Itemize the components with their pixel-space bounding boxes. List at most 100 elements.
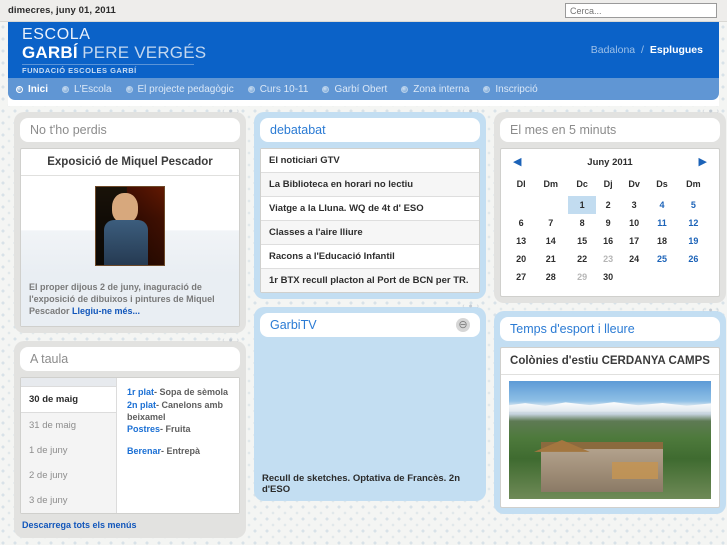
list-item[interactable]: Racons a l'Educació Infantil <box>261 245 479 269</box>
widget-handle-icon[interactable]: ‹ ● › <box>462 303 480 310</box>
widget-a-taula: ‹ ● › A taula 30 de maig 31 de maig 1 de… <box>14 337 246 539</box>
calendar-day <box>533 196 568 214</box>
calendar-day[interactable]: 24 <box>620 250 648 268</box>
calendar-dayname: Dj <box>603 179 613 189</box>
calendar-day[interactable]: 2 <box>596 196 620 214</box>
logo-garbi: GARBÍ <box>22 43 78 63</box>
calendar-day[interactable]: 21 <box>533 250 568 268</box>
calendar-day[interactable]: 6 <box>509 214 533 232</box>
menu-date-item[interactable]: 3 de juny <box>21 488 116 513</box>
city-link-badalona[interactable]: Badalona <box>591 44 635 56</box>
calendar-week-row: 1 2 3 4 5 <box>509 196 711 214</box>
nav-item-projecte-pedagogic[interactable]: El projecte pedagògic <box>125 83 234 95</box>
calendar-day[interactable]: 26 <box>676 250 711 268</box>
widget-title-no-tho-perdis: No t'ho perdis <box>20 118 240 142</box>
nav-label: L'Escola <box>74 83 112 95</box>
widget-temps-esport: ‹ ● › Temps d'esport i lleure Colònies d… <box>494 307 726 514</box>
calendar-day[interactable]: 15 <box>568 232 596 250</box>
widget-handle-icon[interactable]: ‹ ● › <box>222 108 240 115</box>
article-excerpt: El proper dijous 2 de juny, inaguració d… <box>21 274 239 327</box>
video-player-area[interactable] <box>260 337 480 469</box>
calendar-day[interactable]: 17 <box>620 232 648 250</box>
bullet-icon <box>16 85 23 93</box>
calendar-day[interactable]: 8 <box>568 214 596 232</box>
portrait-image <box>95 186 165 266</box>
collapse-icon[interactable]: ⊖ <box>456 318 470 332</box>
calendar-day[interactable]: 13 <box>509 232 533 250</box>
menu-date-item[interactable]: 30 de maig <box>21 387 116 414</box>
article-title[interactable]: Exposició de Miquel Pescador <box>21 149 239 176</box>
calendar-day <box>509 196 533 214</box>
widget-calendar: ‹ ● › El mes en 5 minuts ◀ Juny 2011 ▶ D… <box>494 108 726 303</box>
calendar-dayname: Dl <box>516 179 526 189</box>
widget-grid: ‹ ● › No t'ho perdis Exposició de Miquel… <box>8 106 726 545</box>
city-link-esplugues[interactable]: Esplugues <box>650 44 703 56</box>
widget-title-debatabat: debatabat <box>260 118 480 142</box>
calendar-day[interactable]: 25 <box>648 250 676 268</box>
article-title[interactable]: Colònies d'estiu CERDANYA CAMPS <box>501 348 719 375</box>
article-image-wrap <box>501 375 719 507</box>
nav-label: Inscripció <box>495 83 538 95</box>
menu-date-list: 30 de maig 31 de maig 1 de juny 2 de jun… <box>21 378 117 514</box>
calendar-day[interactable]: 4 <box>648 196 676 214</box>
widget-handle-icon[interactable]: ‹ ● › <box>702 108 720 115</box>
site-container: ESCOLA GARBÍ PERE VERGÉS FUNDACIÓ ESCOLE… <box>8 22 726 545</box>
calendar-day[interactable]: 5 <box>676 196 711 214</box>
calendar-day[interactable]: 12 <box>676 214 711 232</box>
bullet-icon <box>247 85 255 93</box>
nav-item-lescola[interactable]: L'Escola <box>62 84 112 95</box>
calendar-day[interactable]: 22 <box>568 250 596 268</box>
widget-handle-icon[interactable]: ‹ ● › <box>222 337 240 344</box>
search-input[interactable] <box>565 3 717 18</box>
widget-title-a-taula: A taula <box>20 347 240 372</box>
calendar-day-today[interactable]: 1 <box>568 196 597 214</box>
menu-snack-value: - Entrepà <box>161 445 201 456</box>
video-caption: Recull de sketches. Optativa de Francès.… <box>262 473 460 495</box>
calendar-week-row: 27 28 29 30 <box>509 268 711 286</box>
widget-handle-icon[interactable]: ‹ ● › <box>462 108 480 115</box>
menu-detail: 1r plat- Sopa de sèmola 2n plat- Canelon… <box>117 378 239 514</box>
calendar-day[interactable]: 28 <box>533 268 568 286</box>
widget-body: ◀ Juny 2011 ▶ Dl Dm Dc Dj Dv Ds Dm 1 2 3… <box>500 148 720 297</box>
next-month-icon[interactable]: ▶ <box>699 157 707 168</box>
calendar-day[interactable]: 14 <box>533 232 568 250</box>
nav-label: Garbí Obert <box>334 83 388 95</box>
nav-item-inscripcio[interactable]: Inscripció <box>483 83 538 95</box>
nav-item-curs[interactable]: Curs 10-11 <box>247 84 308 95</box>
calendar-day-muted: 29 <box>577 272 588 282</box>
calendar-dayname-row: Dl Dm Dc Dj Dv Ds Dm <box>509 176 711 196</box>
prev-month-icon[interactable]: ◀ <box>513 157 521 168</box>
nav-label: El projecte pedagògic <box>137 83 234 95</box>
nav-item-garbi-obert[interactable]: Garbí Obert <box>322 84 387 95</box>
site-logo[interactable]: ESCOLA GARBÍ PERE VERGÉS FUNDACIÓ ESCOLE… <box>22 25 206 75</box>
list-item[interactable]: Classes a l'aire lliure <box>261 221 479 245</box>
calendar-day[interactable]: 27 <box>509 268 533 286</box>
menu-course-key: 2n plat <box>127 399 157 410</box>
nav-item-inici[interactable]: Inici <box>16 84 48 95</box>
calendar-day[interactable]: 11 <box>648 214 676 232</box>
list-item[interactable]: La Biblioteca en horari no lectiu <box>261 173 479 197</box>
calendar-day <box>676 268 711 286</box>
menu-course: Postres- Fruita <box>127 423 231 435</box>
list-item[interactable]: 1r BTX recull placton al Port de BCN per… <box>261 269 479 292</box>
download-menus-link[interactable]: Descarrega tots els menús <box>20 514 240 532</box>
calendar-day[interactable]: 18 <box>648 232 676 250</box>
calendar-day[interactable]: 10 <box>620 214 648 232</box>
menu-date-item[interactable]: 2 de juny <box>21 463 116 488</box>
widget-handle-icon[interactable]: ‹ ● › <box>702 307 720 314</box>
nav-item-zona-interna[interactable]: Zona interna <box>401 84 469 95</box>
calendar-day[interactable]: 19 <box>676 232 711 250</box>
calendar-day[interactable]: 20 <box>509 250 533 268</box>
menu-date-item[interactable]: 31 de maig <box>21 413 116 438</box>
read-more-link[interactable]: Llegiu-ne més... <box>72 306 140 316</box>
list-item[interactable]: El noticiari GTV <box>261 149 479 173</box>
calendar-day[interactable]: 16 <box>596 232 620 250</box>
calendar-day[interactable]: 9 <box>596 214 620 232</box>
calendar-day[interactable]: 7 <box>533 214 568 232</box>
menu-date-item[interactable]: 1 de juny <box>21 438 116 463</box>
list-item[interactable]: Viatge a la Lluna. WQ de 4t d' ESO <box>261 197 479 221</box>
current-date: dimecres, juny 01, 2011 <box>8 5 116 16</box>
bullet-icon <box>322 85 330 93</box>
calendar-day[interactable]: 30 <box>596 268 620 286</box>
calendar-day[interactable]: 3 <box>620 196 648 214</box>
